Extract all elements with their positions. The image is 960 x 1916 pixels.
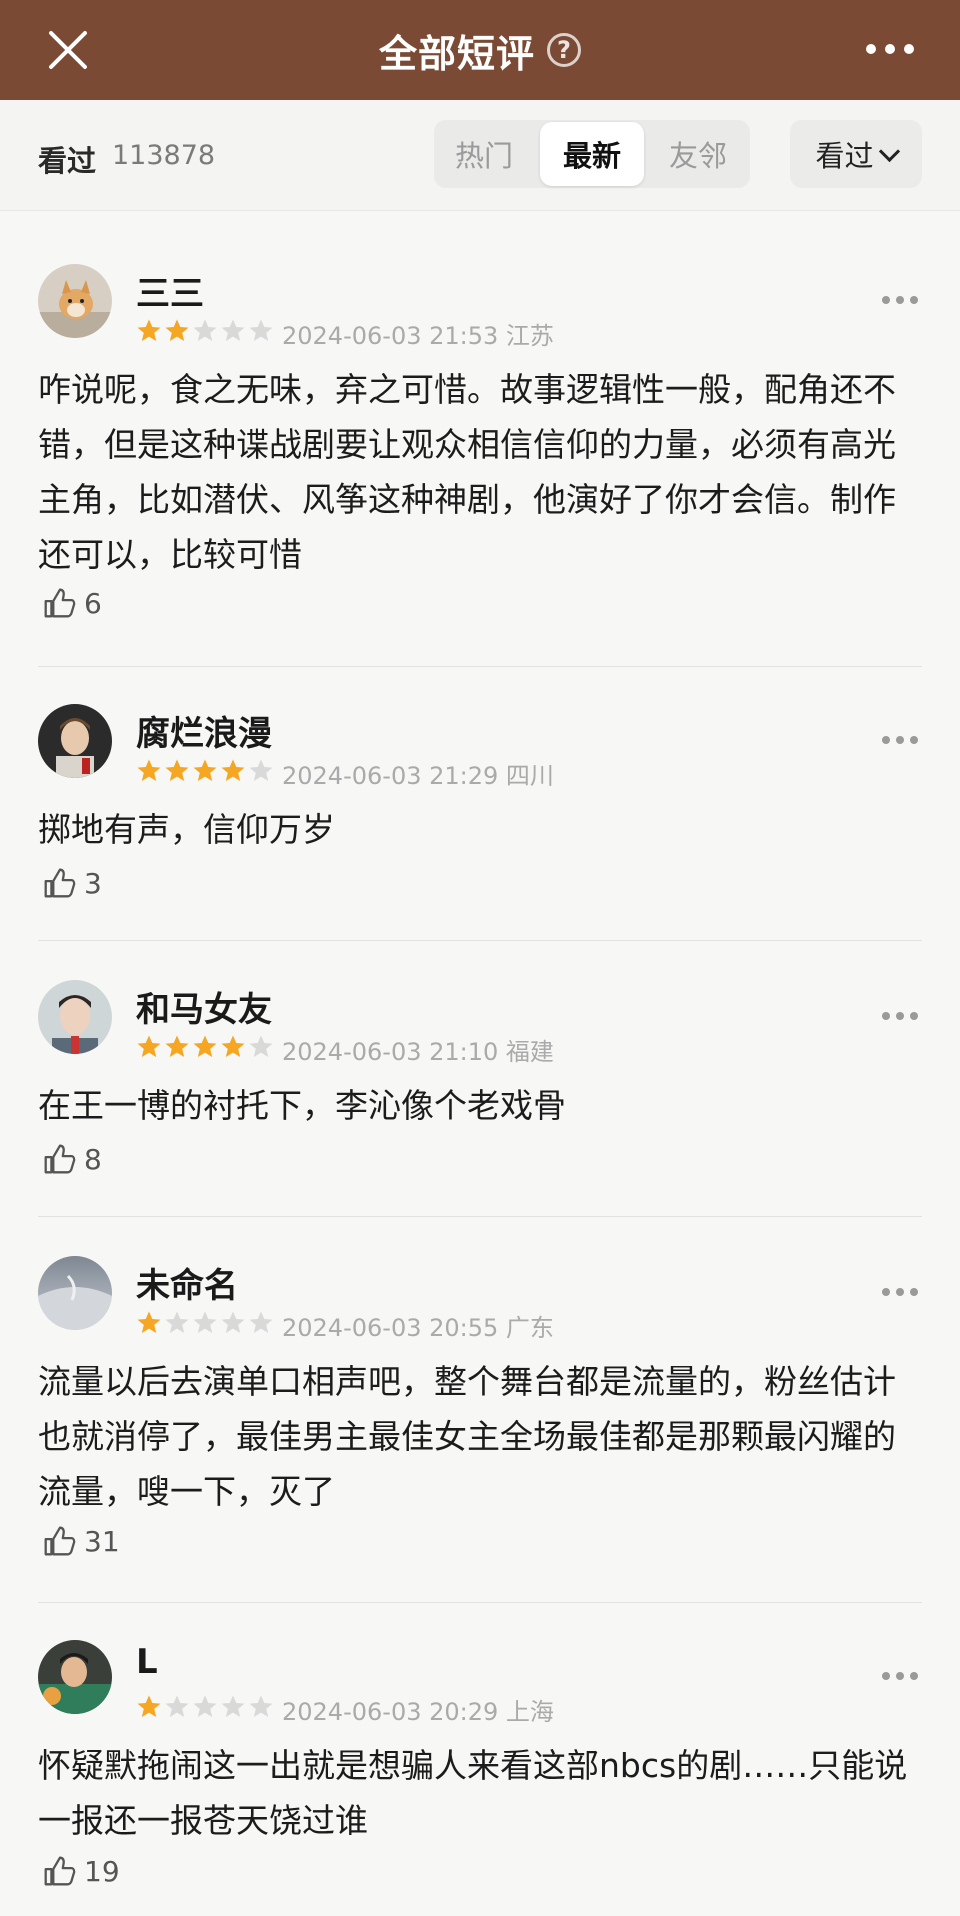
top-bar: 全部短评 ? (0, 0, 960, 100)
star-empty-icon (165, 1695, 189, 1717)
star-empty-icon (193, 319, 217, 341)
divider (38, 1602, 922, 1603)
watched-dropdown[interactable]: 看过 (790, 120, 922, 188)
review-text: 咋说呢，食之无味，弃之可惜。故事逻辑性一般，配角还不错，但是这种谍战剧要让观众相… (38, 370, 896, 574)
divider (38, 666, 922, 667)
star-empty-icon (249, 1695, 273, 1717)
star-empty-icon (249, 1311, 273, 1333)
star-filled-icon (193, 1035, 217, 1057)
like-button[interactable]: 6 (40, 584, 102, 622)
star-empty-icon (221, 1695, 245, 1717)
page-title: 全部短评 (378, 31, 535, 76)
watched-dropdown-label: 看过 (815, 139, 874, 173)
thumbs-up-icon (44, 1526, 76, 1556)
username[interactable]: 和马女友 (136, 982, 272, 1031)
review-date: 2024-06-03 20:55 (282, 1314, 499, 1342)
review-date: 2024-06-03 20:29 (282, 1698, 499, 1726)
help-icon[interactable]: ? (547, 33, 581, 67)
like-button[interactable]: 31 (40, 1522, 120, 1560)
watched-count: 113878 (112, 140, 216, 171)
like-button[interactable]: 19 (40, 1852, 120, 1890)
review-text: 流量以后去演单口相声吧，整个舞台都是流量的，粉丝估计也就消停了，最佳男主最佳女主… (38, 1362, 896, 1511)
rating-stars (136, 318, 274, 344)
star-filled-icon (221, 759, 245, 781)
review-date: 2024-06-03 21:29 (282, 762, 499, 790)
star-filled-icon (137, 1695, 161, 1717)
review-date: 2024-06-03 21:53 (282, 322, 499, 350)
username[interactable]: L (136, 1642, 158, 1682)
rating-stars (136, 1310, 274, 1336)
review-date: 2024-06-03 21:10 (282, 1038, 499, 1066)
review-location: 上海 (505, 1698, 554, 1726)
avatar[interactable] (38, 1640, 112, 1714)
avatar[interactable] (38, 704, 112, 778)
sort-tabs: 热门 最新 友邻 (434, 120, 750, 188)
rating-stars (136, 1034, 274, 1060)
star-empty-icon (221, 1311, 245, 1333)
tab-friends[interactable]: 友邻 (648, 120, 748, 188)
like-count: 6 (84, 586, 102, 620)
more-options-icon[interactable] (882, 1288, 918, 1296)
star-empty-icon (221, 319, 245, 341)
review-text: 掷地有声，信仰万岁 (38, 810, 335, 849)
review-meta: 2024-06-03 21:10 福建 (282, 1032, 554, 1067)
review-location: 四川 (505, 762, 554, 790)
like-count: 8 (84, 1142, 102, 1176)
thumbs-up-icon (44, 1856, 76, 1886)
like-button[interactable]: 3 (40, 864, 102, 902)
like-button[interactable]: 8 (40, 1140, 102, 1178)
star-filled-icon (137, 759, 161, 781)
divider (38, 1216, 922, 1217)
star-filled-icon (193, 759, 217, 781)
star-filled-icon (137, 1035, 161, 1057)
star-filled-icon (165, 759, 189, 781)
review-text: 怀疑默拖闹这一出就是想骗人来看这部nbcs的剧……只能说一报还一报苍天饶过谁 (38, 1746, 908, 1840)
more-options-icon[interactable] (866, 44, 914, 54)
more-options-icon[interactable] (882, 736, 918, 744)
review-meta: 2024-06-03 21:53 江苏 (282, 316, 554, 351)
filter-bar: 看过 113878 热门 最新 友邻 看过 (0, 100, 960, 211)
review-meta: 2024-06-03 21:29 四川 (282, 756, 554, 791)
avatar[interactable] (38, 980, 112, 1054)
star-empty-icon (249, 759, 273, 781)
more-options-icon[interactable] (882, 296, 918, 304)
thumbs-up-icon (44, 588, 76, 618)
star-filled-icon (165, 319, 189, 341)
thumbs-up-icon (44, 868, 76, 898)
avatar[interactable] (38, 1256, 112, 1330)
rating-stars (136, 758, 274, 784)
star-empty-icon (193, 1311, 217, 1333)
username[interactable]: 腐烂浪漫 (136, 706, 272, 755)
star-filled-icon (221, 1035, 245, 1057)
star-empty-icon (193, 1695, 217, 1717)
star-filled-icon (137, 1311, 161, 1333)
divider (38, 940, 922, 941)
thumbs-up-icon (44, 1144, 76, 1174)
star-empty-icon (249, 1035, 273, 1057)
review-meta: 2024-06-03 20:29 上海 (282, 1692, 554, 1727)
username[interactable]: 三三 (136, 266, 204, 315)
tab-latest[interactable]: 最新 (540, 122, 644, 186)
review-meta: 2024-06-03 20:55 广东 (282, 1308, 554, 1343)
username[interactable]: 未命名 (136, 1258, 238, 1307)
like-count: 3 (84, 866, 102, 900)
chevron-down-icon (878, 140, 900, 162)
close-icon[interactable] (44, 26, 92, 74)
tab-hot[interactable]: 热门 (434, 120, 534, 188)
rating-stars (136, 1694, 274, 1720)
avatar[interactable] (38, 264, 112, 338)
review-text: 在王一博的衬托下，李沁像个老戏骨 (38, 1086, 566, 1125)
star-empty-icon (165, 1311, 189, 1333)
star-filled-icon (137, 319, 161, 341)
more-options-icon[interactable] (882, 1012, 918, 1020)
review-location: 江苏 (505, 322, 554, 350)
like-count: 31 (84, 1524, 120, 1558)
review-location: 福建 (505, 1038, 554, 1066)
star-empty-icon (249, 319, 273, 341)
star-filled-icon (165, 1035, 189, 1057)
watched-label: 看过 (38, 144, 97, 178)
like-count: 19 (84, 1854, 120, 1888)
more-options-icon[interactable] (882, 1672, 918, 1680)
review-location: 广东 (505, 1314, 554, 1342)
